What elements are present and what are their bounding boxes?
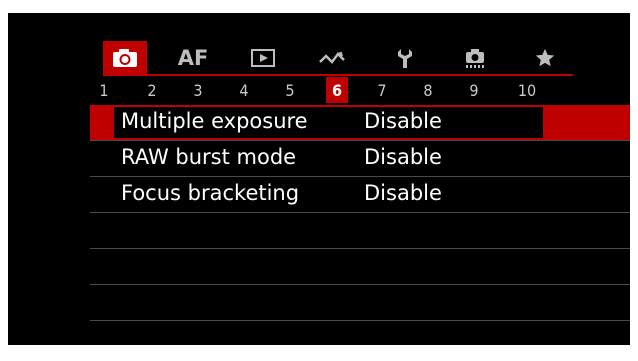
page-10[interactable]: 10 [512, 77, 542, 103]
tab-shooting[interactable] [103, 41, 147, 75]
page-6[interactable]: 6 [326, 77, 348, 103]
menu-item-label: RAW burst mode [121, 145, 297, 169]
menu-empty-row [90, 321, 630, 345]
page-8[interactable]: 8 [418, 77, 438, 103]
af-label: AF [177, 46, 209, 70]
menu-empty-row [90, 249, 630, 285]
page-1[interactable]: 1 [94, 77, 114, 103]
tab-underline [103, 74, 573, 76]
menu-item-value: Disable [364, 145, 442, 169]
menu-list: Multiple exposure Disable RAW burst mode… [90, 105, 630, 345]
tab-playback[interactable] [241, 41, 285, 75]
tab-af[interactable]: AF [171, 41, 215, 75]
tab-setup[interactable] [383, 41, 427, 75]
tab-custom-functions[interactable] [453, 41, 497, 75]
category-tabs: AF [103, 41, 573, 75]
page-9[interactable]: 9 [464, 77, 484, 103]
menu-empty-row [90, 213, 630, 249]
menu-empty-row [90, 285, 630, 321]
menu-item-focus-bracketing[interactable]: Focus bracketing Disable [90, 177, 630, 213]
tab-wireless[interactable] [311, 41, 355, 75]
camera-icon [112, 48, 138, 68]
playback-icon [250, 48, 276, 68]
tab-my-menu[interactable] [523, 41, 567, 75]
menu-item-value: Disable [364, 181, 442, 205]
menu-item-raw-burst-mode[interactable]: RAW burst mode Disable [90, 141, 630, 177]
page-4[interactable]: 4 [234, 77, 254, 103]
camera-menu-screen: AF 1 2 3 4 5 6 7 8 9 10 Multiple exposur… [8, 13, 630, 345]
wireless-icon [318, 48, 348, 68]
menu-item-label: Focus bracketing [121, 181, 300, 205]
page-7[interactable]: 7 [372, 77, 392, 103]
menu-item-label: Multiple exposure [121, 109, 308, 133]
menu-item-value: Disable [364, 109, 442, 133]
wrench-icon [395, 47, 415, 69]
star-icon [534, 47, 556, 69]
page-3[interactable]: 3 [188, 77, 208, 103]
menu-item-multiple-exposure[interactable]: Multiple exposure Disable [90, 105, 630, 141]
custom-functions-icon [462, 47, 488, 69]
page-5[interactable]: 5 [280, 77, 300, 103]
page-numbers: 1 2 3 4 5 6 7 8 9 10 [8, 77, 630, 103]
page-2[interactable]: 2 [142, 77, 162, 103]
